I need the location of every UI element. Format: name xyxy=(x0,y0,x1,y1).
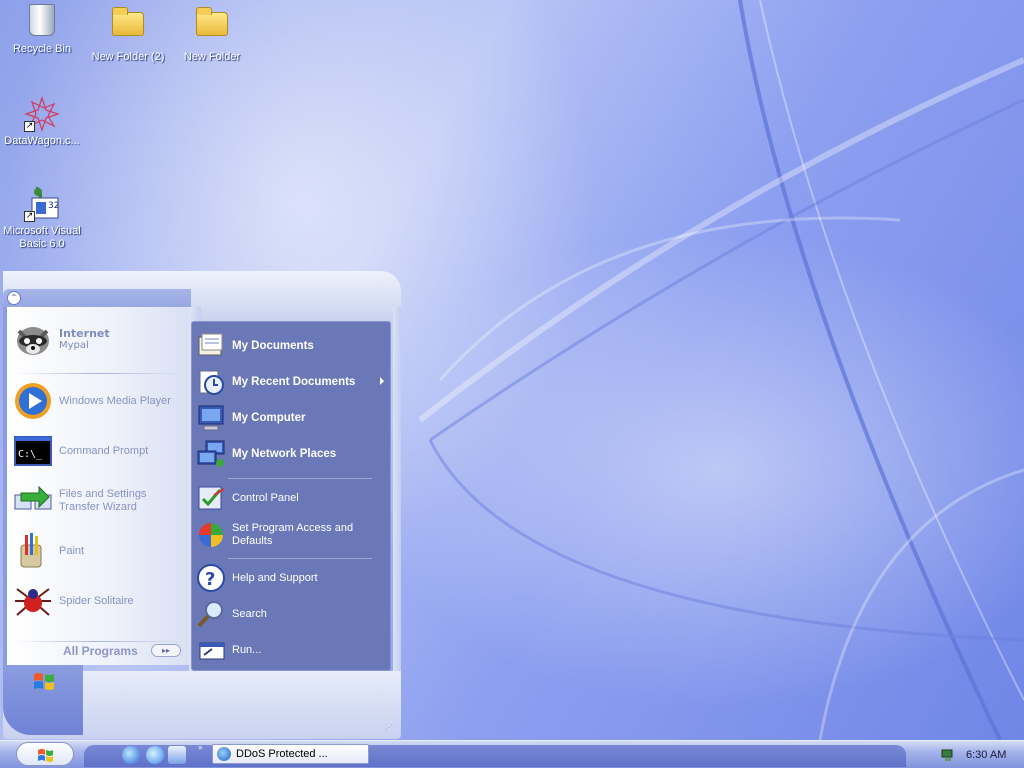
pinned-item-internet[interactable]: Internet Mypal xyxy=(13,317,189,361)
pinned-item-title: Internet xyxy=(59,327,110,340)
desktop-icon-new-folder-2[interactable]: New Folder (2) xyxy=(86,4,170,64)
recent-documents-clock-icon xyxy=(196,367,226,397)
separator xyxy=(15,373,185,374)
clock[interactable]: 6:30 AM xyxy=(966,749,1006,761)
shortcut-arrow-icon: ↗ xyxy=(24,211,35,222)
folder-icon xyxy=(110,7,146,48)
windows-flag-icon xyxy=(38,749,53,762)
program-item-windows-media-player[interactable]: Windows Media Player xyxy=(13,379,189,423)
separator xyxy=(15,641,185,642)
control-panel-icon xyxy=(196,483,226,513)
network-places-icon xyxy=(196,439,226,469)
shortcut-arrow-icon: ↗ xyxy=(24,121,35,132)
program-access-globe-icon xyxy=(196,520,226,550)
my-documents-icon xyxy=(196,331,226,361)
desktop-icon-recycle-bin[interactable]: Recycle Bin xyxy=(0,4,84,56)
double-arrow-right-icon[interactable]: ▸▸ xyxy=(151,644,181,657)
tool-item-search[interactable]: Search xyxy=(196,597,388,631)
desktop-icon-label: New Folder (2) xyxy=(91,51,165,63)
recycle-bin-icon xyxy=(24,4,60,40)
program-item-label: Command Prompt xyxy=(59,444,149,457)
place-item-label: My Documents xyxy=(232,339,314,352)
tool-item-label: Help and Support xyxy=(232,571,318,584)
taskbar: » DDoS Protected ... 6:30 AM xyxy=(0,740,1024,768)
separator xyxy=(228,478,372,479)
program-item-label: Paint xyxy=(59,544,85,557)
settings-item-control-panel[interactable]: Control Panel xyxy=(196,481,388,515)
program-item-label: Files and Settings Transfer Wizard xyxy=(59,488,147,513)
collapse-chevron-icon[interactable]: ⌃ xyxy=(7,291,21,305)
place-item-label: My Computer xyxy=(232,411,306,424)
desktop-icon-new-folder[interactable]: New Folder xyxy=(170,4,254,64)
program-item-paint[interactable]: Paint xyxy=(13,529,189,573)
taskbar-button-ddos-protected[interactable]: DDoS Protected ... xyxy=(212,744,369,764)
quick-launch-internet-explorer-icon[interactable] xyxy=(122,746,140,764)
all-programs-link[interactable]: All Programs xyxy=(63,644,138,658)
svg-text:32: 32 xyxy=(48,201,59,211)
raccoon-browser-icon xyxy=(13,319,53,359)
datawagon-icon: ↗ xyxy=(24,96,60,132)
windows-logo-icon xyxy=(34,673,54,690)
resize-grip-icon[interactable]: ⋰ xyxy=(385,723,395,733)
media-player-icon xyxy=(13,381,53,421)
browser-globe-icon xyxy=(217,747,231,761)
separator xyxy=(228,558,372,559)
desktop-icon-label: DataWagon.c... xyxy=(4,135,80,147)
start-menu-places-pane: My Documents My Recent Documents My Comp… xyxy=(191,321,391,671)
place-item-label: My Network Places xyxy=(232,447,337,460)
settings-item-label: Control Panel xyxy=(232,491,299,504)
visual-basic-icon: 32 ↗ xyxy=(24,186,60,222)
place-item-my-computer[interactable]: My Computer xyxy=(196,401,388,435)
desktop-icon-visual-basic[interactable]: 32 ↗ Microsoft Visual Basic 6.0 xyxy=(0,186,84,251)
place-item-my-network-places[interactable]: My Network Places xyxy=(196,437,388,471)
program-item-command-prompt[interactable]: C:\_ Command Prompt xyxy=(13,429,189,473)
network-tray-icon[interactable] xyxy=(940,748,956,762)
tool-item-run[interactable]: Run... xyxy=(196,633,388,667)
pinned-item-subtitle: Mypal xyxy=(59,340,89,351)
system-tray: 6:30 AM xyxy=(930,743,1024,767)
submenu-arrow-icon xyxy=(380,377,384,385)
my-computer-icon xyxy=(196,403,226,433)
place-item-my-recent-documents[interactable]: My Recent Documents xyxy=(196,365,388,399)
transfer-wizard-icon xyxy=(13,481,53,521)
quick-launch-show-desktop-icon[interactable] xyxy=(168,746,186,764)
tool-item-label: Search xyxy=(232,607,267,620)
program-item-label: Spider Solitaire xyxy=(59,594,134,607)
paint-icon xyxy=(13,531,53,571)
start-button[interactable] xyxy=(16,742,74,766)
start-menu-right-frame xyxy=(393,307,401,677)
program-item-transfer-wizard[interactable]: Files and Settings Transfer Wizard xyxy=(13,479,189,523)
place-item-label: My Recent Documents xyxy=(232,375,356,388)
settings-item-set-program-access[interactable]: Set Program Access and Defaults xyxy=(196,517,388,553)
desktop-icon-label: Recycle Bin xyxy=(12,43,72,55)
run-window-icon xyxy=(196,635,226,665)
desktop-icon-label: Microsoft Visual Basic 6.0 xyxy=(3,225,81,250)
taskbar-band xyxy=(84,745,906,767)
spider-icon xyxy=(13,581,53,621)
quick-launch-browser-icon[interactable] xyxy=(146,746,164,764)
settings-item-label: Set Program Access and Defaults xyxy=(232,522,354,547)
program-item-spider-solitaire[interactable]: Spider Solitaire xyxy=(13,579,189,623)
folder-icon xyxy=(194,7,230,48)
program-item-label: Windows Media Player xyxy=(59,394,171,407)
help-question-icon: ? xyxy=(196,563,226,593)
start-menu-programs-pane: Internet Mypal Windows Media Player C:\_ xyxy=(3,307,189,665)
tool-item-help-and-support[interactable]: ? Help and Support xyxy=(196,561,388,595)
tool-item-label: Run... xyxy=(232,643,262,656)
desktop-icon-datawagon[interactable]: ↗ DataWagon.c... xyxy=(0,96,84,148)
taskbar-button-label: DDoS Protected ... xyxy=(236,748,328,760)
start-menu: ⌃ Internet Mypal Windows Media Player C:… xyxy=(3,271,401,739)
desktop-icon-label: New Folder xyxy=(183,51,241,63)
svg-text:?: ? xyxy=(205,569,215,590)
search-magnifier-icon xyxy=(196,599,226,629)
place-item-my-documents[interactable]: My Documents xyxy=(196,329,388,363)
command-prompt-icon: C:\_ xyxy=(13,431,53,471)
svg-text:C:\_: C:\_ xyxy=(18,449,43,460)
quick-launch-chevron-icon[interactable]: » xyxy=(198,743,203,752)
